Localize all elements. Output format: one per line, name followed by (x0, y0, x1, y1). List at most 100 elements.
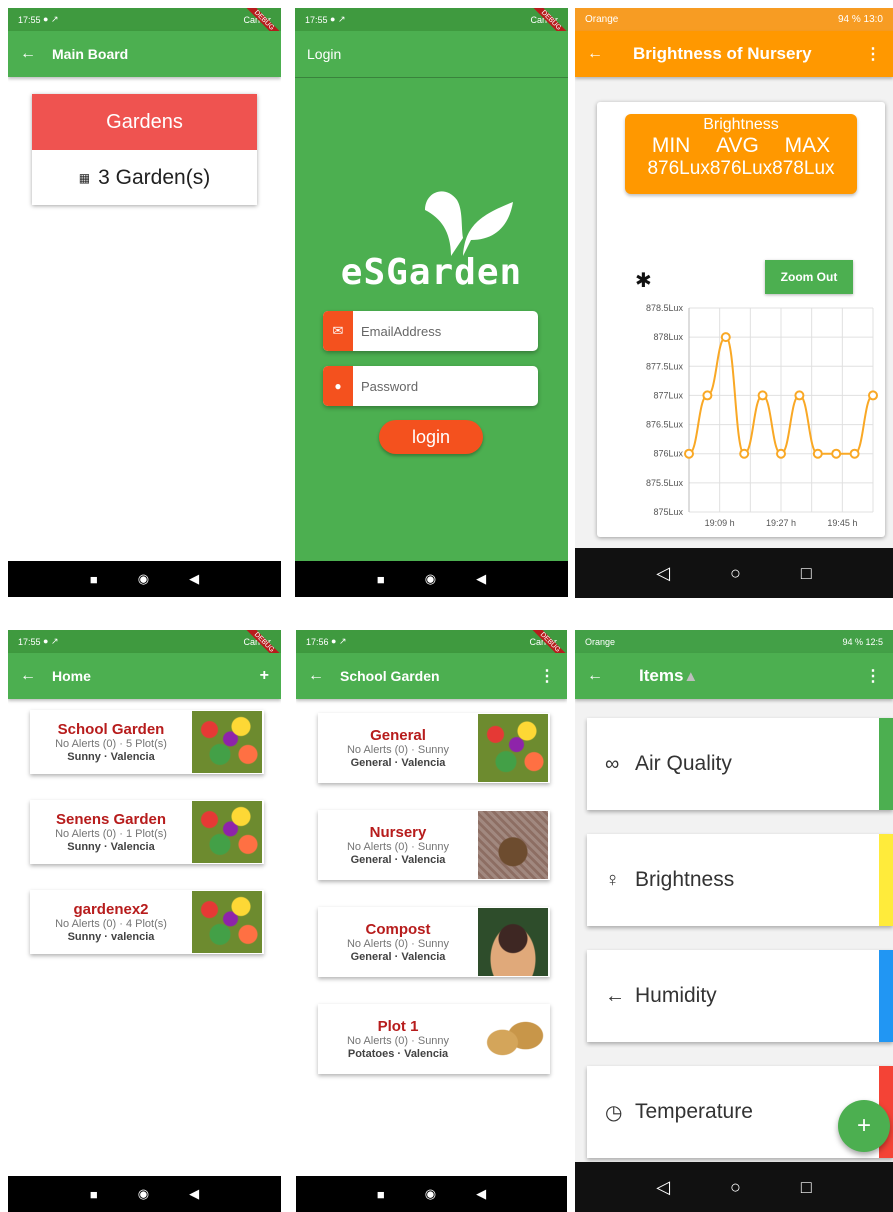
y-tick-label: 878.5Lux (646, 303, 684, 313)
screen-login: 17:55 ● ↗Carrier DEBUG Login eSGarden ✉ … (295, 8, 568, 597)
plot-card[interactable]: Compost No Alerts (0) · Sunny General · Va… (318, 907, 550, 977)
back-arrow-icon[interactable]: ← (587, 45, 633, 63)
zoom-out-button[interactable]: Zoom Out (765, 260, 853, 294)
x-tick-label: 19:27 h (766, 518, 796, 528)
screen-school-garden: 17:56 ● ↗Carrier DEBUG ←School Garden⋮ G… (296, 630, 567, 1212)
back-arrow-icon[interactable]: ← (587, 667, 639, 685)
back-icon[interactable]: ◀ (476, 1186, 486, 1202)
stat-max-label: MAX (784, 134, 831, 157)
recents-square-icon[interactable]: □ (801, 563, 812, 584)
back-icon[interactable]: ◀ (189, 1186, 199, 1202)
gardens-card-header: Gardens (32, 94, 257, 150)
back-triangle-icon[interactable]: ◁ (656, 563, 670, 584)
app-bar: ← Items ▲ ⋮ (575, 653, 893, 699)
plot-card[interactable]: Nursery No Alerts (0) · Sunny General · Va… (318, 810, 550, 880)
page-title: Items (639, 666, 684, 685)
item-label: Humidity (635, 984, 717, 1007)
gardens-card[interactable]: Gardens ▦ 3 Garden(s) (32, 94, 257, 205)
page-title: Login (307, 46, 342, 62)
garden-card[interactable]: School Garden No Alerts (0) · 5 Plot(s) Su… (30, 710, 264, 774)
home-icon[interactable]: ◉ (425, 571, 436, 587)
recents-icon[interactable]: ■ (377, 572, 385, 587)
plot-card[interactable]: General No Alerts (0) · Sunny General · Va… (318, 713, 550, 783)
page-title: Main Board (52, 46, 129, 62)
y-tick-label: 876.5Lux (646, 420, 684, 430)
stat-min-value: 876Lux (647, 158, 710, 180)
back-arrow-icon[interactable]: ← (308, 667, 340, 685)
clock-icon: ◷ (605, 1101, 623, 1124)
garden-card[interactable]: gardenex2 No Alerts (0) · 4 Plot(s) Sunny … (30, 890, 264, 954)
infinity-icon: ∞ (605, 752, 620, 775)
item-card-humidity[interactable]: ← Humidity (587, 950, 893, 1042)
stats-values: 876Lux876Lux878Lux (625, 158, 857, 181)
more-vert-icon[interactable]: ⋮ (865, 44, 881, 64)
data-point (684, 448, 694, 459)
garden-name: School Garden (57, 720, 165, 738)
gardens-count: 3 Garden(s) (98, 165, 211, 189)
login-button[interactable]: login (379, 420, 483, 454)
plot-name: Nursery (369, 823, 427, 841)
home-icon[interactable]: ◉ (138, 571, 149, 587)
plot-name: Compost (365, 920, 431, 938)
data-point (720, 332, 731, 343)
garden-alerts: No Alerts (0) · 1 Plot(s) (55, 827, 167, 840)
vegetables-image (192, 801, 262, 863)
recents-icon[interactable]: ■ (90, 572, 98, 587)
grid-icon: ▦ (78, 170, 91, 185)
garden-alerts: No Alerts (0) · 4 Plot(s) (55, 917, 167, 930)
plot-card[interactable]: Plot 1 No Alerts (0) · Sunny Potatoes · Va… (318, 1004, 550, 1074)
more-vert-icon[interactable]: ⋮ (539, 666, 555, 686)
stats-headers: MIN AVG MAX (625, 134, 857, 158)
recents-icon[interactable]: ■ (90, 1187, 98, 1202)
person-icon: ● (323, 366, 353, 406)
gardens-count-row: ▦ 3 Garden(s) (32, 150, 257, 205)
back-icon[interactable]: ◀ (189, 571, 199, 587)
password-field[interactable]: ● Password (323, 366, 538, 406)
recents-icon[interactable]: ■ (377, 1187, 385, 1202)
plot-alerts: No Alerts (0) · Sunny (346, 743, 450, 756)
garden-alerts: No Alerts (0) · 5 Plot(s) (55, 737, 167, 750)
back-icon[interactable]: ◀ (476, 571, 486, 587)
garden-card[interactable]: Senens Garden No Alerts (0) · 1 Plot(s) Su… (30, 800, 264, 864)
home-icon[interactable]: ◉ (138, 1186, 149, 1202)
lightbulb-icon: ♀ (605, 868, 620, 891)
add-fab[interactable]: + (838, 1100, 890, 1152)
plot-name: General (370, 726, 426, 744)
stat-avg-value: 876Lux (709, 158, 773, 180)
plot-location: General · Valencia (350, 756, 446, 769)
back-arrow-icon[interactable]: ← (20, 667, 52, 685)
recents-square-icon[interactable]: □ (801, 1177, 812, 1198)
back-triangle-icon[interactable]: ◁ (656, 1177, 670, 1198)
plot-location: General · Valencia (350, 853, 446, 866)
settings-gear-icon[interactable]: ✱ (635, 268, 652, 293)
status-time: 17:55 (305, 14, 328, 25)
password-placeholder: Password (361, 378, 419, 394)
add-icon[interactable]: + (260, 667, 269, 685)
status-battery: 94 % 12:5 (842, 636, 883, 647)
app-bar: Login (295, 31, 568, 77)
vegetables-image (478, 714, 548, 782)
garden-location: Sunny · valencia (67, 930, 155, 943)
back-arrow-icon[interactable]: ← (20, 45, 52, 63)
stat-avg-label: AVG (716, 134, 759, 157)
home-icon[interactable]: ◉ (425, 1186, 436, 1202)
y-tick-label: 875Lux (653, 507, 683, 517)
data-point (831, 448, 842, 459)
status-time: 17:56 (306, 636, 329, 647)
screen-items: Orange 94 % 12:5 ← Items ▲ ⋮ ∞ Air Quality ♀ B… (575, 630, 893, 1212)
item-card-air-quality[interactable]: ∞ Air Quality (587, 718, 893, 810)
email-field[interactable]: ✉ EmailAddress (323, 311, 538, 351)
screen-home: 17:55 ● ↗Carrier DEBUG ←Home+ School Gar… (8, 630, 281, 1212)
brightness-chart: 875Lux 875.5Lux 876Lux 876.5Lux 877Lux 877.5L… (646, 303, 878, 528)
home-circle-icon[interactable]: ○ (730, 1177, 741, 1198)
status-time: 17:55 (18, 636, 41, 647)
item-card-brightness[interactable]: ♀ Brightness (587, 834, 893, 926)
mail-icon: ✉ (323, 311, 353, 351)
y-tick-label: 878Lux (653, 332, 683, 342)
more-vert-icon[interactable]: ⋮ (865, 666, 881, 686)
plot-location: Potatoes · Valencia (347, 1047, 449, 1060)
vegetables-image (192, 891, 262, 953)
seedling-soil-image (478, 811, 548, 879)
y-tick-label: 877Lux (653, 390, 683, 400)
home-circle-icon[interactable]: ○ (730, 563, 741, 584)
